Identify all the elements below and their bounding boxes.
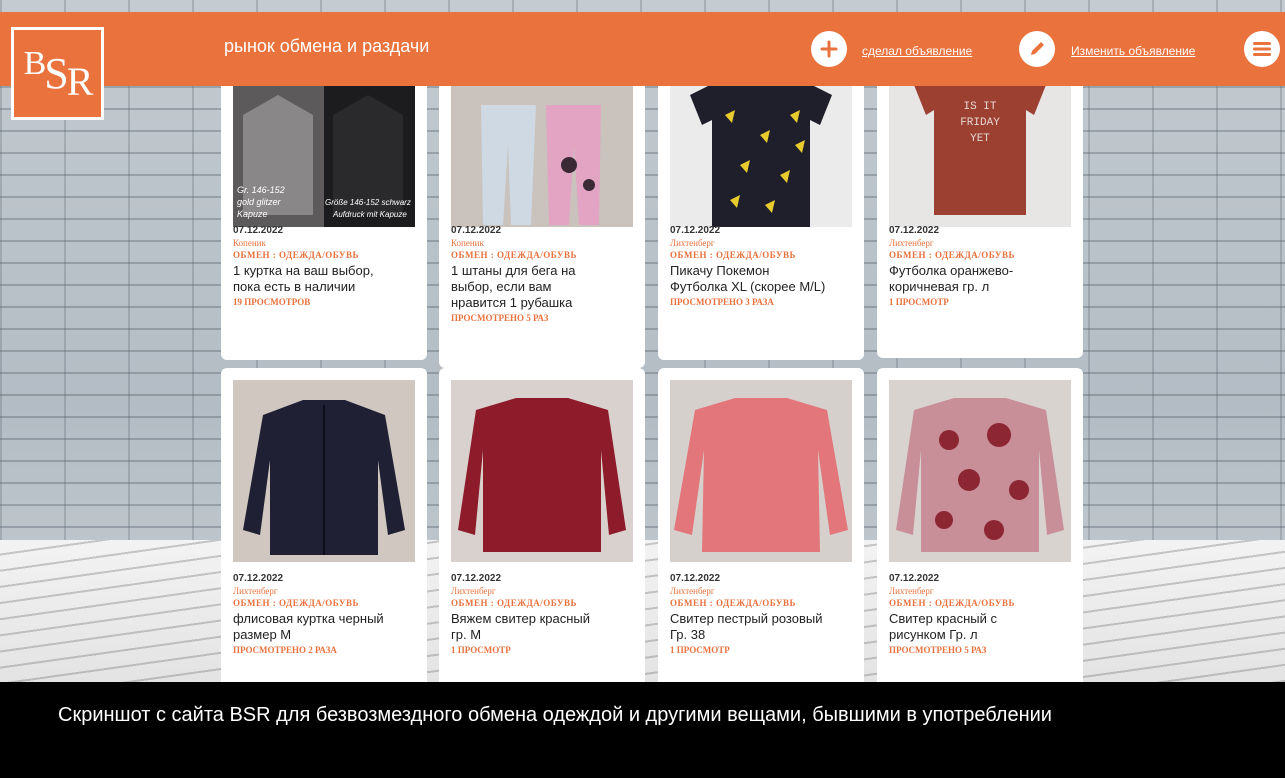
listing-image-pikachu-shirt[interactable] xyxy=(670,60,852,242)
listing-category[interactable]: ОБМЕН : ОДЕЖДА/ОБУВЬ xyxy=(670,598,856,608)
logo-letter-s: S xyxy=(44,49,69,98)
listing-date: 07.12.2022 xyxy=(889,573,940,584)
menu-button[interactable] xyxy=(1244,31,1280,67)
listing-title[interactable]: Футболка оранжево-коричневая гр. л xyxy=(889,263,1075,295)
listing-category[interactable]: ОБМЕН : ОДЕЖДА/ОБУВЬ xyxy=(670,250,856,260)
listing-date: 07.12.2022 xyxy=(451,225,502,236)
listing-views: 1 ПРОСМОТР xyxy=(889,297,949,307)
listing-views: ПРОСМОТРЕНО 3 РАЗА xyxy=(670,297,774,307)
add-listing-button[interactable] xyxy=(811,31,847,67)
listing-title[interactable]: Вяжем свитер красный гр. М xyxy=(451,611,637,643)
listing-image-floral-sweater[interactable] xyxy=(889,380,1071,562)
listing-card[interactable]: 07.12.2022 Лихтенберг ОБМЕН : ОДЕЖДА/ОБУ… xyxy=(439,368,645,682)
image-note: Kapuze xyxy=(237,209,268,219)
image-note: gold glitzer xyxy=(237,197,282,207)
listing-card[interactable]: 07.12.2022 Копеник ОБМЕН : ОДЕЖДА/ОБУВЬ … xyxy=(439,60,645,368)
listing-image-jackets[interactable]: Gr. 146-152 gold glitzer Kapuze Größe 14… xyxy=(233,60,415,242)
listing-card[interactable]: 07.12.2022 Лихтенберг ОБМЕН : ОДЕЖДА/ОБУ… xyxy=(658,368,864,682)
site-logo[interactable]: BSR xyxy=(11,27,104,120)
image-note: Größe 146-152 schwarz xyxy=(325,198,411,207)
image-note: FRIDAY xyxy=(960,117,1000,129)
caption-text: Скриншот с сайта BSR для безвозмездного … xyxy=(58,704,1052,726)
listing-category[interactable]: ОБМЕН : ОДЕЖДА/ОБУВЬ xyxy=(451,598,637,608)
listing-category[interactable]: ОБМЕН : ОДЕЖДА/ОБУВЬ xyxy=(889,250,1075,260)
edit-listing-button[interactable] xyxy=(1019,31,1055,67)
image-caption: Скриншот с сайта BSR для безвозмездного … xyxy=(0,682,1285,778)
listing-image-fleece-jacket[interactable] xyxy=(233,380,415,562)
listing-image-red-sweater[interactable] xyxy=(451,380,633,562)
listing-category[interactable]: ОБМЕН : ОДЕЖДА/ОБУВЬ xyxy=(451,250,637,260)
listing-location: Копеник xyxy=(451,238,484,248)
listing-date: 07.12.2022 xyxy=(451,573,502,584)
listing-views: ПРОСМОТРЕНО 5 РАЗ xyxy=(889,645,987,655)
listing-location: Лихтенберг xyxy=(451,586,496,596)
image-note: Aufdruck mit Kapuze xyxy=(332,210,407,219)
listing-title[interactable]: Свитер пестрый розовый Гр. 38 xyxy=(670,611,856,643)
pencil-icon xyxy=(1031,42,1044,55)
hamburger-menu-icon xyxy=(1253,42,1271,56)
listing-date: 07.12.2022 xyxy=(889,225,940,236)
plus-icon xyxy=(820,40,838,58)
listing-location: Копеник xyxy=(233,238,266,248)
top-bar: рынок обмена и раздачи сделал объявление… xyxy=(0,12,1285,86)
edit-listing-link[interactable]: Изменить объявление xyxy=(1071,44,1195,58)
listing-views: 1 ПРОСМОТР xyxy=(670,645,730,655)
listing-date: 07.12.2022 xyxy=(233,573,284,584)
site-tagline: рынок обмена и раздачи xyxy=(224,36,430,56)
listing-date: 07.12.2022 xyxy=(233,225,284,236)
listing-date: 07.12.2022 xyxy=(670,225,721,236)
listing-location: Лихтенберг xyxy=(233,586,278,596)
listing-views: ПРОСМОТРЕНО 2 РАЗА xyxy=(233,645,337,655)
listing-views: 19 ПРОСМОТРОВ xyxy=(233,297,311,307)
listing-location: Лихтенберг xyxy=(670,238,715,248)
listing-card[interactable]: 07.12.2022 Лихтенберг ОБМЕН : ОДЕЖДА/ОБУ… xyxy=(221,368,427,682)
page-background: Gr. 146-152 gold glitzer Kapuze Größe 14… xyxy=(0,0,1285,682)
image-note: Gr. 146-152 xyxy=(237,185,285,195)
listing-title[interactable]: флисовая куртка черный размер М xyxy=(233,611,419,643)
listing-card[interactable]: 07.12.2022 Лихтенберг ОБМЕН : ОДЕЖДА/ОБУ… xyxy=(658,60,864,360)
listing-views: ПРОСМОТРЕНО 5 РАЗ xyxy=(451,313,549,323)
listing-image-friday-shirt[interactable]: IS IT FRIDAY YET xyxy=(889,60,1071,242)
listing-views: 1 ПРОСМОТР xyxy=(451,645,511,655)
listing-category[interactable]: ОБМЕН : ОДЕЖДА/ОБУВЬ xyxy=(889,598,1075,608)
listing-category[interactable]: ОБМЕН : ОДЕЖДА/ОБУВЬ xyxy=(233,598,419,608)
listing-card[interactable]: IS IT FRIDAY YET 07.12.2022 Лихтенберг О… xyxy=(877,60,1083,358)
listing-location: Лихтенберг xyxy=(889,586,934,596)
logo-letter-r: R xyxy=(66,59,94,104)
listing-location: Лихтенберг xyxy=(889,238,934,248)
listing-title[interactable]: 1 штаны для бега на выбор, если вам нравит… xyxy=(451,263,637,311)
listing-title[interactable]: Свитер красный с рисунком Гр. л xyxy=(889,611,1075,643)
listing-title[interactable]: Пикачу Покемон Футболка XL (скорее M/L) xyxy=(670,263,856,295)
logo-letter-b: B xyxy=(23,44,47,82)
listing-date: 07.12.2022 xyxy=(670,573,721,584)
image-note: IS IT xyxy=(963,101,996,113)
listing-image-pink-sweater[interactable] xyxy=(670,380,852,562)
add-listing-link[interactable]: сделал объявление xyxy=(862,44,972,58)
listing-image-pants[interactable] xyxy=(451,60,633,242)
image-note: YET xyxy=(970,133,990,145)
listing-card[interactable]: 07.12.2022 Лихтенберг ОБМЕН : ОДЕЖДА/ОБУ… xyxy=(877,368,1083,682)
listing-card[interactable]: Gr. 146-152 gold glitzer Kapuze Größe 14… xyxy=(221,60,427,360)
listing-title[interactable]: 1 куртка на ваш выбор, пока есть в наличи… xyxy=(233,263,419,295)
listing-category[interactable]: ОБМЕН : ОДЕЖДА/ОБУВЬ xyxy=(233,250,419,260)
listing-location: Лихтенберг xyxy=(670,586,715,596)
